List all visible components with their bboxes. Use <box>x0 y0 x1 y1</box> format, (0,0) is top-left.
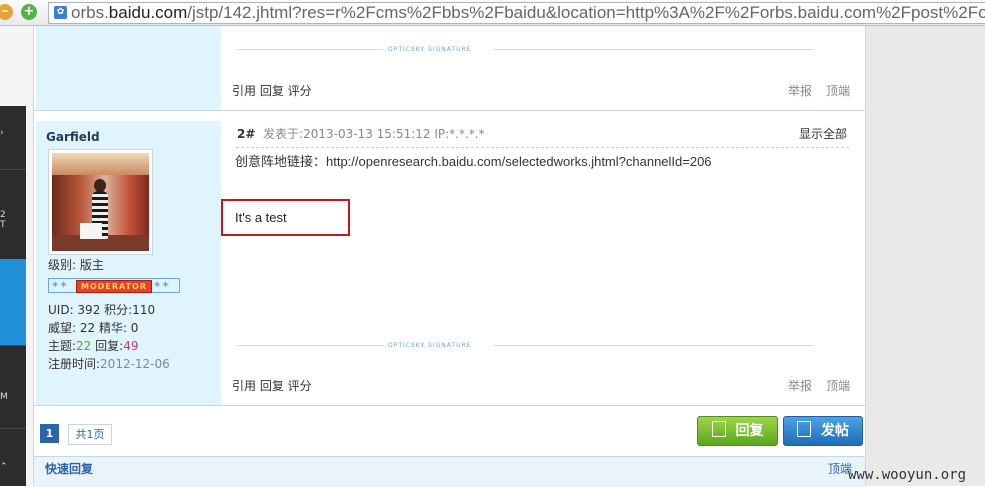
moderator-badge: ✶✶ MODERATOR ✶✶ <box>48 278 180 293</box>
side-toolbar-item[interactable]: M <box>0 392 26 402</box>
quick-reply-bar <box>34 456 865 487</box>
author-prestige: 威望: 22 精华: 0 <box>48 321 139 335</box>
signature-divider <box>236 345 384 346</box>
author-level: 级别: 版主 <box>48 258 104 272</box>
side-toolbar-item[interactable]: 2T <box>0 210 26 230</box>
reply-icon <box>711 421 726 437</box>
side-toolbar: › 2T M ⌃ <box>0 106 26 486</box>
avatar[interactable] <box>48 149 153 255</box>
post1-signature: OPTICSKY SIGNATURE <box>388 46 472 53</box>
show-all-link[interactable]: 显示全部 <box>799 127 847 141</box>
forum-thread: OPTICSKY SIGNATURE 引用 回复 评分 举报 顶端 Garfie… <box>33 26 866 487</box>
author-topics-replies: 主题:22 回复:49 <box>48 339 139 353</box>
post1-top-link[interactable]: 顶端 <box>826 84 850 98</box>
side-toolbar-divider <box>0 169 26 170</box>
edit-icon <box>797 421 811 437</box>
post-divider <box>34 405 865 406</box>
browser-address-bar: – + ✿ orbs.baidu.com/jstp/142.jhtml?res=… <box>0 0 985 26</box>
quick-reply-toggle[interactable]: 快速回复 <box>45 462 93 476</box>
forward-icon[interactable]: + <box>21 4 37 20</box>
post2-action-links[interactable]: 引用 回复 评分 <box>232 379 312 393</box>
side-toolbar-active-item[interactable] <box>0 259 26 345</box>
side-toolbar-item[interactable]: ⌃ <box>0 462 26 472</box>
url-text: orbs.baidu.com/jstp/142.jhtml?res=r%2Fcm… <box>71 3 985 22</box>
post-header-divider <box>236 147 849 148</box>
star-icon: ✶✶ <box>51 280 68 291</box>
star-icon: ✶✶ <box>153 280 170 291</box>
post2-content-text: It's a test <box>235 210 287 225</box>
page-right-gutter <box>865 26 985 486</box>
signature-divider <box>236 49 384 50</box>
side-toolbar-divider <box>0 345 26 346</box>
url-field[interactable]: ✿ orbs.baidu.com/jstp/142.jhtml?res=r%2F… <box>48 2 985 24</box>
post1-report-link[interactable]: 举报 <box>788 84 812 98</box>
back-icon[interactable]: – <box>0 4 13 20</box>
pager-total-pages: 共1页 <box>68 424 112 445</box>
post2-top-link[interactable]: 顶端 <box>826 379 850 393</box>
signature-divider <box>494 49 814 50</box>
badge-label: MODERATOR <box>76 280 152 293</box>
site-favicon-icon: ✿ <box>54 6 67 19</box>
post-divider <box>34 110 865 111</box>
post1-action-links[interactable]: 引用 回复 评分 <box>232 84 312 98</box>
author-regdate: 注册时间:2012-12-06 <box>48 357 170 371</box>
author-username[interactable]: Garfield <box>46 130 100 144</box>
reply-button[interactable]: 回复 <box>697 416 778 446</box>
pager-current-page[interactable]: 1 <box>40 424 59 443</box>
post2-report-link[interactable]: 举报 <box>788 379 812 393</box>
author-uid-points: UID: 392 积分:110 <box>48 303 156 317</box>
avatar-photo <box>52 153 149 251</box>
post2-content-link[interactable]: 创意阵地链接：http://openresearch.baidu.com/sel… <box>235 154 712 170</box>
watermark: www.wooyun.org <box>848 467 967 483</box>
signature-divider <box>494 345 814 346</box>
post1-author-panel <box>36 26 221 110</box>
post2-signature: OPTICSKY SIGNATURE <box>388 342 472 349</box>
side-toolbar-divider <box>0 428 26 429</box>
new-post-button[interactable]: 发帖 <box>783 416 863 446</box>
post2-header: 2# 发表于:2013-03-13 15:51:12 IP:*.*.*.* <box>237 127 485 141</box>
side-toolbar-item[interactable]: › <box>0 128 26 138</box>
